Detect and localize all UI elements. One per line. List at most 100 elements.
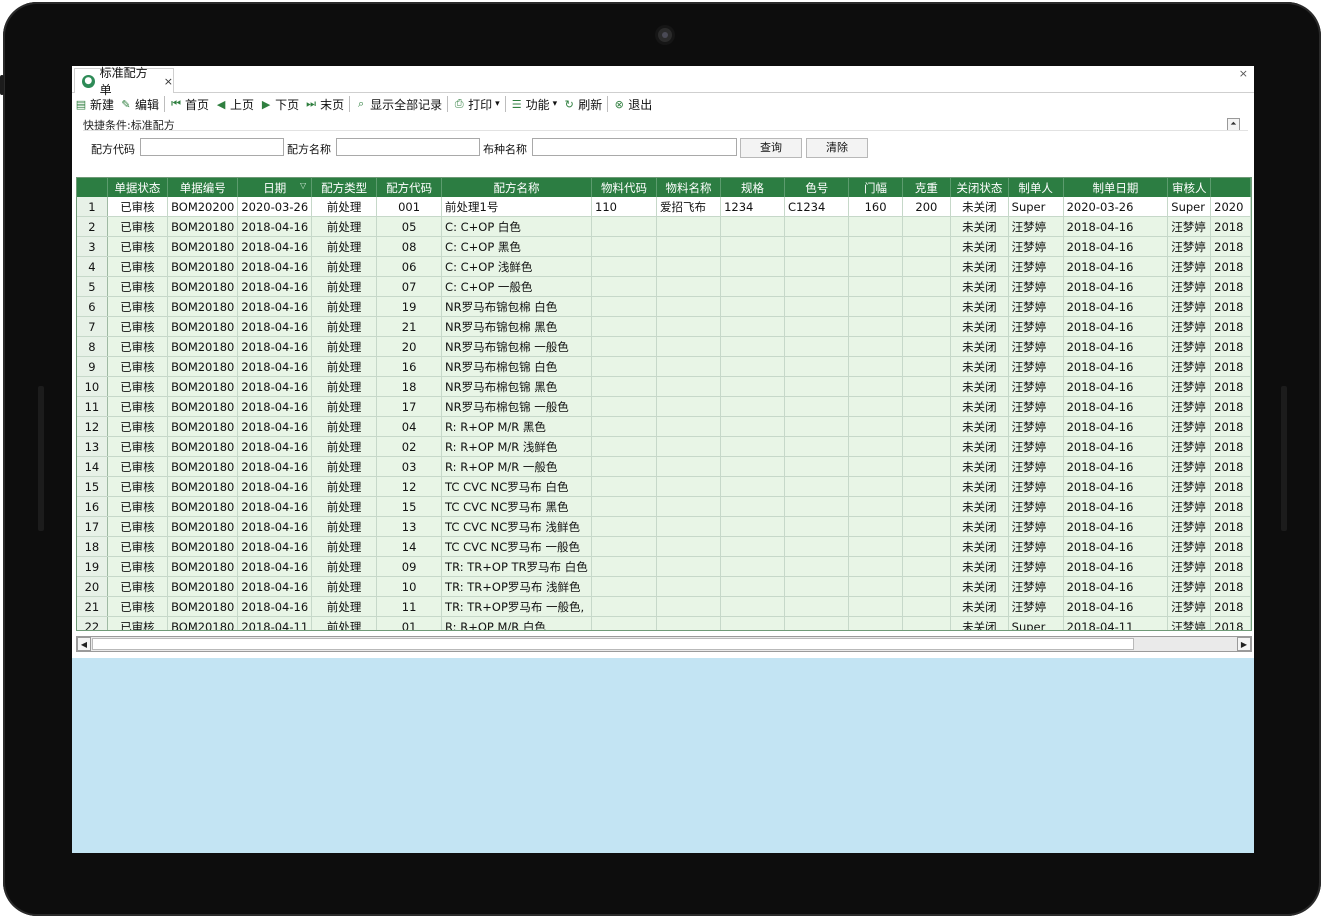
table-cell[interactable] <box>591 396 657 417</box>
table-cell[interactable] <box>848 496 903 517</box>
scroll-thumb[interactable] <box>92 638 1134 650</box>
table-cell[interactable]: 2018-04-16 <box>237 336 313 357</box>
table-cell[interactable]: 汪梦婷 <box>1008 436 1064 457</box>
row-number[interactable]: 5 <box>77 276 108 297</box>
table-cell[interactable]: 已审核 <box>107 436 169 457</box>
table-cell[interactable]: 2018 <box>1210 496 1251 517</box>
table-cell[interactable] <box>848 336 903 357</box>
table-cell[interactable] <box>848 576 903 597</box>
print-button[interactable]: ⎙ 打印 ▾ <box>450 94 503 114</box>
table-cell[interactable]: 未关闭 <box>950 376 1009 397</box>
table-cell[interactable]: 前处理 <box>311 276 378 297</box>
table-cell[interactable] <box>902 376 952 397</box>
column-header[interactable]: 克重 <box>902 178 952 197</box>
column-header[interactable]: 配方名称 <box>441 178 593 197</box>
table-cell[interactable] <box>848 476 903 497</box>
column-header[interactable]: 审核人 <box>1167 178 1212 197</box>
table-cell[interactable]: 汪梦婷 <box>1008 516 1064 537</box>
table-cell[interactable]: BOM20180 <box>167 396 239 417</box>
table-cell[interactable]: 已审核 <box>107 516 169 537</box>
table-cell[interactable] <box>720 236 785 257</box>
table-row[interactable]: 8 已审核 BOM20180 2018-04-16 前处理 20 NR罗马布锦包棉 一般色未… <box>77 336 1251 357</box>
table-cell[interactable]: 11 <box>376 596 443 617</box>
table-cell[interactable] <box>902 436 952 457</box>
table-cell[interactable]: 前处理 <box>311 496 378 517</box>
table-cell[interactable] <box>848 456 903 477</box>
table-cell[interactable] <box>902 616 952 630</box>
table-cell[interactable] <box>656 576 722 597</box>
table-cell[interactable]: 2018 <box>1210 216 1251 237</box>
column-header[interactable]: 配方类型 <box>311 178 378 197</box>
table-cell[interactable]: 已审核 <box>107 416 169 437</box>
table-cell[interactable] <box>784 396 850 417</box>
table-cell[interactable]: NR罗马布锦包棉 黑色 <box>441 316 593 337</box>
table-cell[interactable] <box>591 476 657 497</box>
table-row[interactable]: 13 已审核 BOM20180 2018-04-16 前处理 02 R: R+OP M/R … <box>77 436 1251 457</box>
table-row[interactable]: 22 已审核 BOM20180 2018-04-11 前处理 01 R: R+OP M/R … <box>77 616 1251 630</box>
table-cell[interactable] <box>720 316 785 337</box>
table-cell[interactable] <box>720 556 785 577</box>
row-number[interactable]: 11 <box>77 396 108 417</box>
row-number[interactable]: 6 <box>77 296 108 317</box>
table-cell[interactable] <box>656 516 722 537</box>
table-cell[interactable] <box>784 216 850 237</box>
table-cell[interactable]: 汪梦婷 <box>1167 456 1212 477</box>
column-header[interactable]: 制单日期 <box>1063 178 1169 197</box>
scroll-right-icon[interactable]: ▶ <box>1237 637 1251 651</box>
table-cell[interactable]: 2018-04-16 <box>237 396 313 417</box>
table-cell[interactable]: 2018 <box>1210 256 1251 277</box>
table-cell[interactable]: 02 <box>376 436 443 457</box>
table-row[interactable]: 16 已审核 BOM20180 2018-04-16 前处理 15 TC CVC NC罗马布… <box>77 496 1251 517</box>
table-cell[interactable]: 前处理 <box>311 596 378 617</box>
table-cell[interactable]: 汪梦婷 <box>1008 476 1064 497</box>
table-cell[interactable]: 160 <box>848 197 903 217</box>
table-cell[interactable]: R: R+OP M/R 黑色 <box>441 416 593 437</box>
table-cell[interactable]: 05 <box>376 216 443 237</box>
table-cell[interactable] <box>848 396 903 417</box>
table-cell[interactable]: 汪梦婷 <box>1167 256 1212 277</box>
table-cell[interactable] <box>656 356 722 377</box>
table-cell[interactable]: 汪梦婷 <box>1167 576 1212 597</box>
table-cell[interactable]: 1234 <box>720 197 785 217</box>
table-cell[interactable]: 2018 <box>1210 316 1251 337</box>
table-cell[interactable] <box>591 616 657 630</box>
table-cell[interactable] <box>784 456 850 477</box>
window-close-icon[interactable]: × <box>1239 67 1248 80</box>
table-cell[interactable]: 汪梦婷 <box>1008 396 1064 417</box>
table-cell[interactable]: 18 <box>376 376 443 397</box>
table-cell[interactable]: NR罗马布棉包锦 一般色 <box>441 396 593 417</box>
table-cell[interactable] <box>902 336 952 357</box>
table-cell[interactable]: 2018-04-16 <box>1063 436 1169 457</box>
table-cell[interactable] <box>720 616 785 630</box>
table-cell[interactable]: 未关闭 <box>950 496 1009 517</box>
table-cell[interactable]: BOM20180 <box>167 296 239 317</box>
row-number[interactable]: 16 <box>77 496 108 517</box>
table-cell[interactable]: 汪梦婷 <box>1167 216 1212 237</box>
table-cell[interactable]: 汪梦婷 <box>1008 216 1064 237</box>
table-cell[interactable] <box>902 556 952 577</box>
row-number[interactable]: 12 <box>77 416 108 437</box>
table-cell[interactable]: 2018 <box>1210 576 1251 597</box>
table-cell[interactable] <box>656 256 722 277</box>
column-header[interactable]: 单据编号 <box>167 178 239 197</box>
table-cell[interactable] <box>848 556 903 577</box>
table-cell[interactable]: 2018 <box>1210 336 1251 357</box>
table-cell[interactable] <box>784 436 850 457</box>
table-cell[interactable]: 已审核 <box>107 316 169 337</box>
table-cell[interactable]: 汪梦婷 <box>1167 516 1212 537</box>
table-cell[interactable]: TR: TR+OP TR罗马布 白色 <box>441 556 593 577</box>
table-cell[interactable]: 汪梦婷 <box>1008 296 1064 317</box>
row-number[interactable]: 3 <box>77 236 108 257</box>
table-cell[interactable] <box>656 396 722 417</box>
table-cell[interactable] <box>720 276 785 297</box>
table-cell[interactable]: 未关闭 <box>950 396 1009 417</box>
table-cell[interactable]: 2018-04-16 <box>1063 396 1169 417</box>
table-cell[interactable]: 2018 <box>1210 476 1251 497</box>
table-cell[interactable] <box>720 376 785 397</box>
table-cell[interactable]: 前处理 <box>311 556 378 577</box>
table-cell[interactable]: 2018-04-16 <box>1063 516 1169 537</box>
table-cell[interactable]: 汪梦婷 <box>1008 496 1064 517</box>
table-cell[interactable] <box>902 356 952 377</box>
table-cell[interactable] <box>902 316 952 337</box>
table-cell[interactable]: 汪梦婷 <box>1167 236 1212 257</box>
